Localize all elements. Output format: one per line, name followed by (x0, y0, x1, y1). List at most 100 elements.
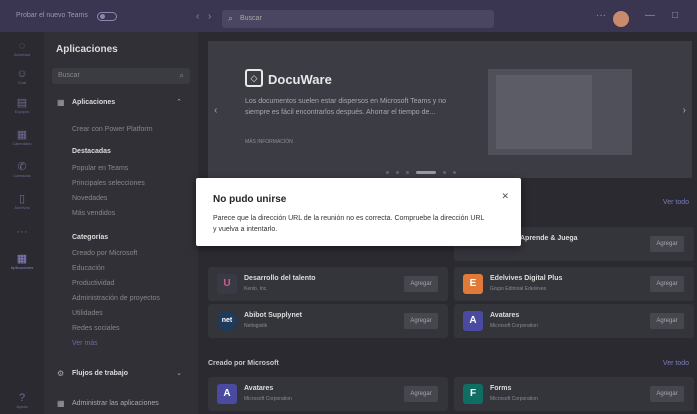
rail-activity-label: Actividad (13, 52, 31, 57)
minimize-icon[interactable]: — (645, 10, 655, 21)
more-options-icon[interactable]: ··· (596, 10, 606, 21)
app-logo: A (217, 384, 237, 404)
add-button[interactable]: Agregar (650, 313, 684, 329)
rail-calls-label: Llamadas (13, 173, 31, 178)
nav-cat-project-management[interactable]: Administración de proyectos (72, 295, 160, 302)
app-publisher: Microsoft Corporation (490, 323, 538, 329)
files-icon: ▯ (18, 193, 26, 205)
app-logo: E (463, 274, 483, 294)
back-icon[interactable]: ‹ (196, 11, 199, 22)
manage-apps-link[interactable]: ▦ Administrar las aplicaciones (52, 396, 190, 414)
rail-calendar[interactable]: ▦ Calendario (0, 128, 44, 146)
add-button[interactable]: Agregar (404, 313, 438, 329)
apps-search-placeholder: Buscar (58, 72, 80, 79)
nav-see-more[interactable]: Ver más (72, 340, 98, 347)
nav-cat-microsoft[interactable]: Creado por Microsoft (72, 250, 137, 257)
nav-cat-utilities[interactable]: Utilidades (72, 310, 103, 317)
carousel-dot[interactable] (443, 171, 446, 174)
section-by-microsoft: Creado por Microsoft (208, 360, 279, 367)
section-apps-header[interactable]: ▦ Aplicaciones ⌃ (52, 95, 190, 113)
nav-cat-education[interactable]: Educación (72, 265, 105, 272)
add-button[interactable]: Agregar (650, 386, 684, 402)
search-placeholder: Buscar (240, 15, 262, 22)
nav-categories: Categorías (72, 234, 109, 241)
add-button[interactable]: Agregar (650, 276, 684, 292)
rail-apps-label: Aplicaciones (10, 265, 34, 270)
app-name: Avatares (244, 385, 274, 392)
manage-apps-icon: ▦ (57, 399, 65, 408)
rail-activity[interactable]: ◌ Actividad (0, 40, 44, 57)
forward-icon[interactable]: › (208, 11, 211, 22)
rail-teams-label: Equipos (14, 109, 30, 114)
rail-files-label: Archivos (14, 205, 30, 210)
carousel-dot[interactable] (453, 171, 456, 174)
app-card-abibot[interactable]: net Abibot Supplynet Netlogistik Agregar (208, 304, 448, 338)
section-workflows-header[interactable]: ⚙ Flujos de trabajo ⌄ (52, 366, 190, 384)
apps-panel: Aplicaciones Buscar ⌕ ▦ Aplicaciones ⌃ C… (44, 32, 198, 414)
app-publisher: Microsoft Corporation (244, 396, 292, 402)
more-icon: ··· (16, 226, 28, 238)
app-publisher: Microsoft Corporation (490, 396, 538, 402)
nav-cat-social[interactable]: Redes sociales (72, 325, 119, 332)
rail-help[interactable]: ? Ayuda (0, 392, 44, 409)
featured-banner[interactable]: ‹ ◇ DocuWare Los documentos suelen estar… (208, 41, 692, 178)
chevron-down-icon: ⌄ (176, 370, 182, 377)
app-logo: U (217, 274, 237, 294)
rail-chat[interactable]: ☺ Chat (0, 68, 44, 85)
section-workflows-label: Flujos de trabajo (72, 370, 129, 377)
banner-screenshot (488, 69, 632, 155)
carousel-prev-icon[interactable]: ‹ (214, 105, 217, 116)
apps-search-input[interactable]: Buscar ⌕ (52, 68, 190, 84)
nav-cat-productivity[interactable]: Productividad (72, 280, 114, 287)
app-logo: F (463, 384, 483, 404)
carousel-dot[interactable] (406, 171, 409, 174)
banner-desc-line2: siempre es fácil encontrarlos después. A… (245, 109, 436, 116)
banner-more-info[interactable]: MÁS INFORMACIÓN (245, 139, 293, 145)
banner-desc-line1: Los documentos suelen estar dispersos en… (245, 98, 447, 105)
section-apps-label: Aplicaciones (72, 99, 116, 106)
manage-apps-label: Administrar las aplicaciones (72, 400, 159, 407)
maximize-icon[interactable]: □ (672, 10, 678, 21)
apps-grid-icon: ▦ (57, 98, 65, 107)
close-icon[interactable]: ✕ (501, 191, 509, 202)
app-card-avatares[interactable]: A Avatares Microsoft Corporation Agregar (454, 304, 694, 338)
app-card-desarrollo-talento[interactable]: U Desarrollo del talento Kenlo, Inc. Agr… (208, 267, 448, 301)
nav-featured[interactable]: Destacadas (72, 148, 111, 155)
rail-more[interactable]: ··· (0, 226, 44, 238)
nav-top-picks[interactable]: Principales selecciones (72, 180, 145, 187)
avatar[interactable] (613, 11, 629, 27)
rail-teams[interactable]: ▤ Equipos (0, 96, 44, 114)
carousel-dot[interactable] (396, 171, 399, 174)
rail-files[interactable]: ▯ Archivos (0, 192, 44, 210)
add-button[interactable]: Agregar (404, 386, 438, 402)
app-card-avatares-ms[interactable]: A Avatares Microsoft Corporation Agregar (208, 377, 448, 411)
app-card-forms[interactable]: F Forms Microsoft Corporation Agregar (454, 377, 694, 411)
carousel-dot-active[interactable] (416, 171, 436, 174)
rail-calls[interactable]: ✆ Llamadas (0, 160, 44, 178)
see-all-link[interactable]: Ver todo (663, 360, 689, 367)
nav-new[interactable]: Novedades (72, 195, 107, 202)
new-teams-toggle[interactable] (97, 12, 117, 21)
banner-brand: DocuWare (268, 72, 332, 87)
add-button[interactable]: Agregar (650, 236, 684, 252)
teams-icon: ▤ (16, 97, 28, 109)
nav-most-sold[interactable]: Más vendidos (72, 210, 115, 217)
app-name: Edelvives Digital Plus (490, 275, 563, 282)
app-name: Abibot Supplynet (244, 312, 302, 319)
carousel-next-icon[interactable]: › (683, 105, 686, 116)
rail-apps[interactable]: ▦ Aplicaciones (0, 252, 44, 270)
carousel-dot[interactable] (386, 171, 389, 174)
app-card-edelvives[interactable]: E Edelvives Digital Plus Grupo Editorial… (454, 267, 694, 301)
nav-create-power-platform[interactable]: Crear con Power Platform (72, 126, 153, 133)
dialog-message-line2: y vuelva a intentarlo. (213, 226, 278, 233)
add-button[interactable]: Agregar (404, 276, 438, 292)
error-dialog: No pudo unirse ✕ Parece que la dirección… (196, 178, 521, 246)
nav-popular[interactable]: Popular en Teams (72, 165, 128, 172)
app-name: Desarrollo del talento (244, 275, 316, 282)
dialog-title: No pudo unirse (213, 194, 287, 205)
search-input[interactable]: ⌕ Buscar (222, 10, 494, 28)
rail-chat-label: Chat (17, 80, 27, 85)
search-icon: ⌕ (228, 13, 234, 23)
see-all-link[interactable]: Ver todo (663, 199, 689, 206)
help-icon: ? (18, 392, 26, 404)
